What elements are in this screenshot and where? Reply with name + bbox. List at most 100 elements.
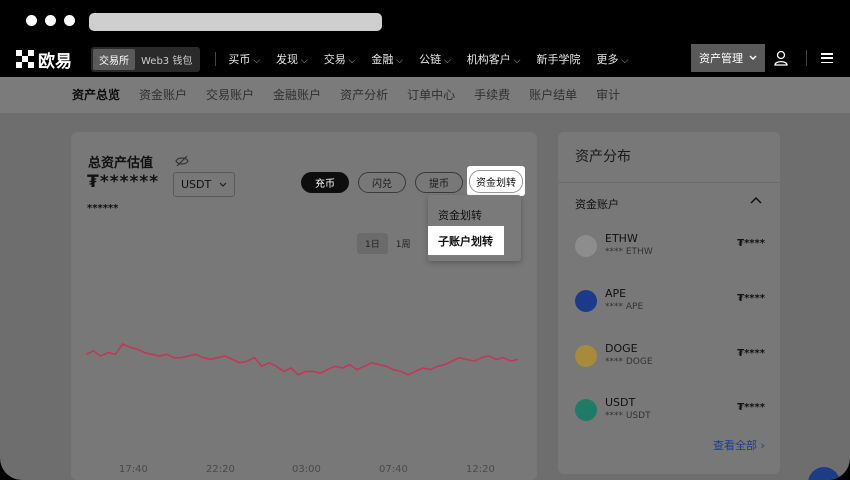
range-1w-button[interactable]: 1周 [388, 233, 419, 254]
sub-nav-tab[interactable]: 手续费 [474, 86, 510, 103]
browser-window: 欧易 交易所 Web3 钱包 买币 ⌵ 发现 ⌵ 交易 ⌵ 金融 ⌵ 公链 ⌵ 机构客户 … [0, 0, 850, 480]
range-1d-button[interactable]: 1日 [357, 233, 388, 254]
asset-trend-line [86, 342, 519, 376]
asset-distribution-title: 资产分布 [575, 149, 631, 165]
exchange-tab[interactable]: 交易所 [93, 48, 135, 70]
top-menu-item[interactable]: 公链 ⌵ [419, 51, 451, 67]
nav-divider [806, 50, 807, 66]
address-bar[interactable] [89, 13, 382, 31]
web3-wallet-tab[interactable]: Web3 钱包 [135, 49, 198, 70]
chevron-down-icon: ⌵ [345, 56, 356, 66]
sub-nav-tab[interactable]: 账户结单 [529, 86, 577, 103]
coin-balance: **** ETHW [605, 247, 653, 257]
top-menu-item[interactable]: 发现 ⌵ [276, 51, 308, 67]
page-content: 资产总览 资金账户 交易账户 金融账户 资产分析 订单中心 手续费 账户结单 审计 总资产估值 … [0, 77, 850, 480]
coin-balance: **** DOGE [605, 357, 653, 367]
top-menu-label: 交易 [323, 53, 346, 66]
sub-nav-tab[interactable]: 订单中心 [407, 86, 455, 103]
asset-sub-value: ****** [87, 203, 119, 214]
window-controls [26, 15, 75, 26]
window-dot[interactable] [64, 15, 75, 26]
x-tick-label: 03:00 [292, 464, 321, 475]
fund-transfer-option[interactable]: 资金划转 [438, 207, 482, 223]
okx-logo-icon [16, 50, 34, 68]
brand-name: 欧易 [38, 51, 72, 72]
top-menu-label: 金融 [371, 53, 394, 66]
sub-nav-tab[interactable]: 资产分析 [340, 86, 388, 103]
ethw-icon [575, 235, 597, 257]
chevron-down-icon [749, 55, 757, 60]
sub-nav-tab[interactable]: 资产总览 [72, 86, 120, 103]
nav-divider [215, 52, 217, 66]
transfer-button[interactable]: 资金划转 [467, 166, 525, 196]
top-menu-item[interactable]: 交易 ⌵ [324, 51, 356, 67]
window-dot[interactable] [26, 15, 37, 26]
top-menu-item[interactable]: 金融 ⌵ [371, 51, 403, 67]
ape-icon [575, 290, 597, 312]
chevron-down-icon: ⌵ [510, 56, 521, 66]
asset-management-label: 资产管理 [699, 52, 743, 65]
coin-balance: **** APE [605, 302, 644, 312]
asset-distribution-card: 资产分布 资金账户 ETHW **** ETHW ₮**** APE **** APE ₮… [558, 132, 780, 474]
convert-button[interactable]: 闪兑 [358, 172, 406, 193]
top-menu: 买币 ⌵ 发现 ⌵ 交易 ⌵ 金融 ⌵ 公链 ⌵ 机构客户 ⌵ 新手学院 更多 ⌵ [228, 51, 628, 67]
x-tick-label: 22:20 [206, 464, 235, 475]
top-menu-label: 发现 [276, 53, 299, 66]
view-all-link[interactable]: 查看全部 › [713, 437, 765, 453]
coin-symbol: ETHW [605, 232, 638, 245]
chevron-up-icon[interactable] [750, 196, 762, 204]
funding-account-title: 资金账户 [575, 198, 619, 211]
hamburger-menu-icon[interactable] [821, 53, 833, 63]
top-menu-label: 新手学院 [536, 53, 581, 66]
withdraw-button[interactable]: 提币 [415, 172, 463, 193]
currency-value: USDT [181, 178, 212, 191]
window-dot[interactable] [45, 15, 56, 26]
coin-value: ₮**** [737, 402, 765, 413]
asset-management-button[interactable]: 资产管理 [691, 44, 765, 72]
chevron-down-icon: ⌵ [393, 56, 404, 66]
x-tick-label: 12:20 [466, 464, 495, 475]
deposit-button[interactable]: 充币 [301, 172, 349, 193]
transfer-button-label: 资金划转 [469, 169, 523, 193]
top-menu-item[interactable]: 机构客户 ⌵ [467, 51, 521, 67]
chevron-down-icon: ⌵ [618, 56, 629, 66]
coin-row[interactable]: APE **** APE ₮**** [575, 287, 765, 321]
chevron-down-icon [219, 182, 227, 187]
top-menu-label: 更多 [596, 53, 619, 66]
top-menu-label: 买币 [228, 53, 251, 66]
sub-navbar: 资产总览 资金账户 交易账户 金融账户 资产分析 订单中心 手续费 账户结单 审计 [0, 77, 850, 113]
currency-select[interactable]: USDT [173, 172, 235, 197]
coin-symbol: DOGE [605, 342, 638, 355]
coin-row[interactable]: ETHW **** ETHW ₮**** [575, 232, 765, 266]
top-menu-label: 公链 [419, 53, 442, 66]
sub-nav-tab[interactable]: 金融账户 [273, 86, 321, 103]
total-assets-value: ₮****** [87, 172, 160, 192]
doge-icon [575, 345, 597, 367]
top-menu-item[interactable]: 更多 ⌵ [596, 51, 628, 67]
asset-trend-chart [86, 342, 519, 376]
tether-icon [575, 399, 597, 421]
chevron-down-icon: ⌵ [250, 56, 261, 66]
eye-off-icon[interactable] [175, 155, 189, 167]
sub-nav-tab[interactable]: 交易账户 [206, 86, 254, 103]
mode-switch: 交易所 Web3 钱包 [91, 46, 201, 72]
coin-value: ₮**** [737, 238, 765, 249]
top-menu-item[interactable]: 新手学院 [536, 51, 580, 67]
coin-symbol: APE [605, 287, 627, 300]
divider [558, 182, 780, 183]
x-tick-label: 07:40 [379, 464, 408, 475]
sub-nav-tab[interactable]: 审计 [596, 86, 620, 103]
subaccount-transfer-option[interactable]: 子账户划转 [428, 226, 504, 255]
coin-row[interactable]: USDT **** USDT ₮**** [575, 396, 765, 430]
top-menu-label: 机构客户 [466, 53, 511, 66]
brand-logo[interactable]: 欧易 [16, 47, 72, 72]
chevron-down-icon: ⌵ [441, 56, 451, 66]
coin-row[interactable]: DOGE **** DOGE ₮**** [575, 342, 765, 376]
coin-value: ₮**** [737, 293, 765, 304]
coin-value: ₮**** [737, 348, 765, 359]
x-tick-label: 17:40 [119, 464, 148, 475]
top-menu-item[interactable]: 买币 ⌵ [228, 51, 260, 67]
chevron-down-icon: ⌵ [298, 56, 308, 66]
sub-nav-tab[interactable]: 资金账户 [139, 86, 187, 103]
user-icon[interactable] [773, 50, 789, 66]
